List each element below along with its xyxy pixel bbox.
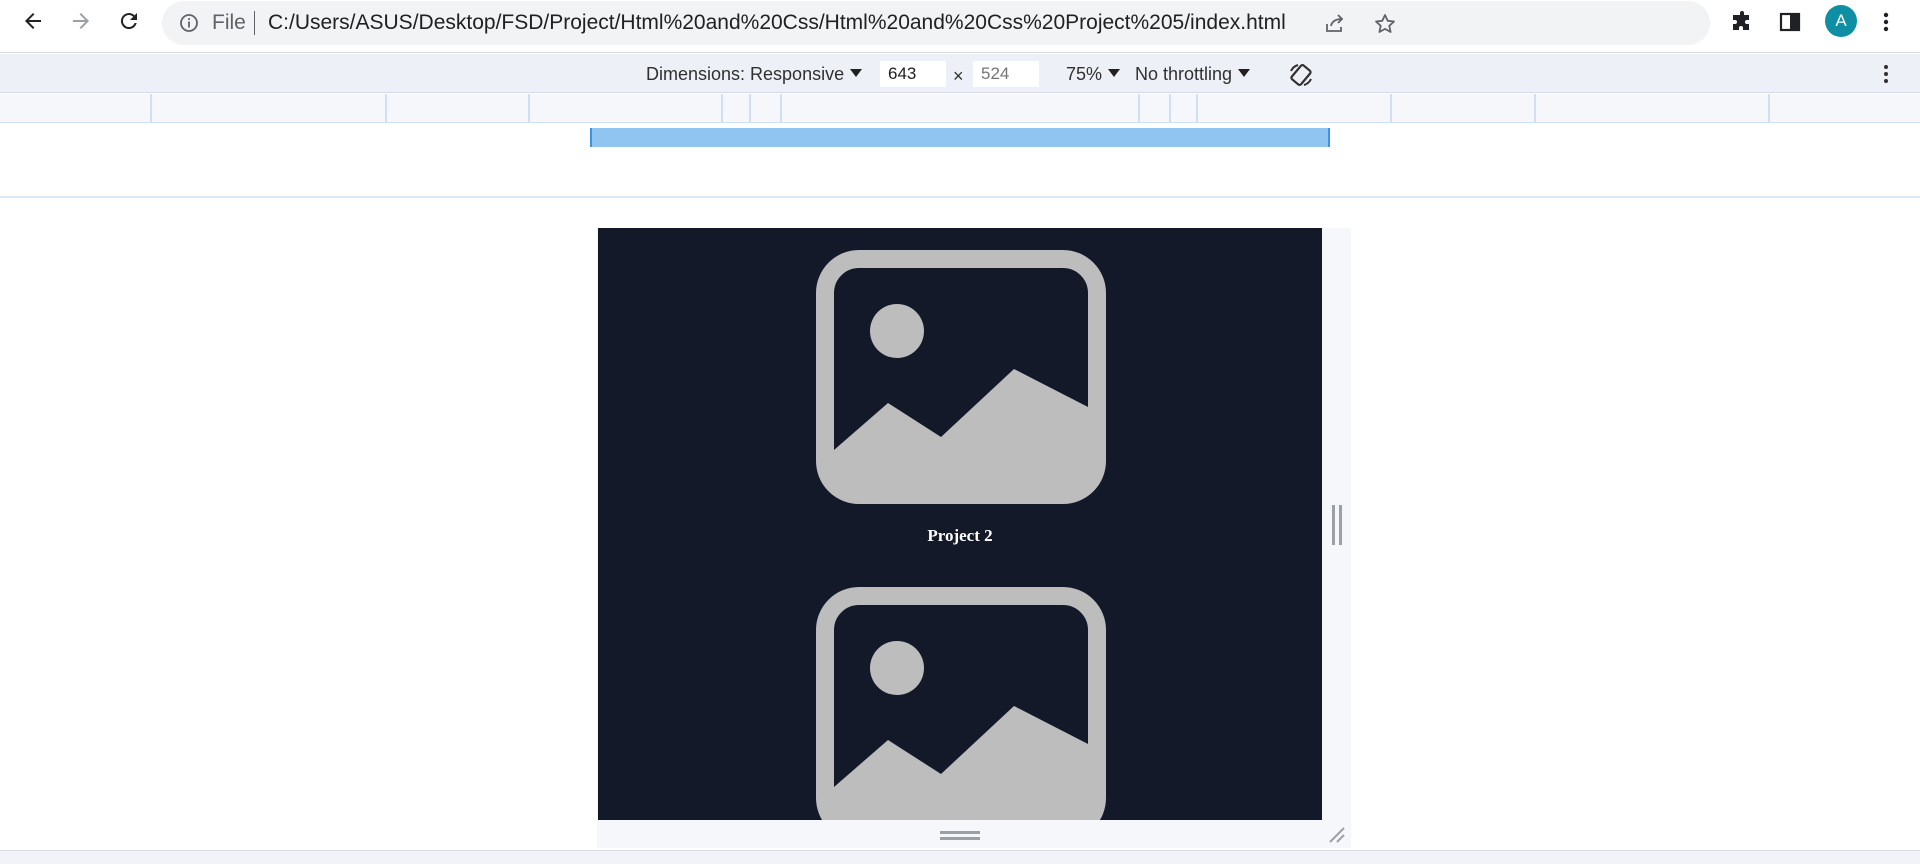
media-query-marker[interactable] [749,94,751,122]
media-query-bar [0,94,1920,123]
zoom-dropdown[interactable]: 75% [1066,63,1121,85]
resize-handle-right[interactable] [1332,505,1342,545]
throttling-label: No throttling [1135,64,1233,84]
height-input[interactable] [973,61,1039,87]
url-text[interactable]: C:/Users/ASUS/Desktop/FSD/Project/Html%2… [268,11,1286,35]
emulated-viewport: Project 2 [598,228,1322,820]
ruler-area [0,124,1920,198]
device-toolbar: Dimensions: Responsive × 75% No throttli… [0,54,1920,93]
media-query-marker[interactable] [721,94,723,122]
bottom-panel-edge [0,850,1920,864]
back-button[interactable] [18,6,48,36]
browser-toolbar: File C:/Users/ASUS/Desktop/FSD/Project/H… [0,0,1920,53]
url-scheme-label: File [212,11,246,34]
info-icon[interactable] [178,12,200,34]
media-query-marker[interactable] [385,94,387,122]
media-query-marker[interactable] [1196,94,1198,122]
forward-button[interactable] [66,6,96,36]
media-query-marker[interactable] [1534,94,1536,122]
dimensions-dropdown[interactable]: Dimensions: Responsive [646,63,863,85]
reload-icon [120,13,137,30]
media-query-marker[interactable] [780,94,782,122]
media-query-marker[interactable] [1138,94,1140,122]
project-title: Project 2 [927,526,993,545]
dropdown-triangle-icon [850,69,863,77]
media-query-marker[interactable] [1169,94,1171,122]
star-icon[interactable] [1372,11,1398,37]
address-bar[interactable]: File C:/Users/ASUS/Desktop/FSD/Project/H… [162,1,1710,45]
media-query-marker[interactable] [1390,94,1392,122]
image-placeholder-icon [816,250,1106,504]
vertical-dots-icon[interactable] [1876,61,1896,87]
puzzle-icon[interactable] [1728,8,1756,36]
arrow-right-icon [73,13,89,29]
resize-corner-icon[interactable] [1328,826,1346,844]
media-query-marker[interactable] [528,94,530,122]
image-placeholder-icon [816,587,1106,820]
arrow-left-icon [25,13,41,29]
side-panel-icon[interactable] [1776,8,1804,36]
rotate-icon[interactable] [1286,60,1316,90]
width-input[interactable] [880,61,946,87]
share-icon[interactable] [1322,11,1348,37]
dimensions-label: Dimensions: Responsive [646,64,845,84]
dimension-separator: × [953,66,964,86]
dropdown-triangle-icon [1108,69,1121,77]
viewport-width-indicator[interactable] [590,128,1330,147]
media-query-marker[interactable] [150,94,152,122]
dropdown-triangle-icon [1238,69,1251,77]
profile-avatar[interactable]: A [1825,5,1857,37]
reload-button[interactable] [114,6,144,36]
resize-handle-bottom[interactable] [940,831,980,841]
media-query-marker[interactable] [1768,94,1770,122]
vertical-dots-icon[interactable] [1872,8,1900,36]
url-separator [254,11,255,35]
zoom-label: 75% [1066,64,1103,84]
throttling-dropdown[interactable]: No throttling [1135,63,1251,85]
